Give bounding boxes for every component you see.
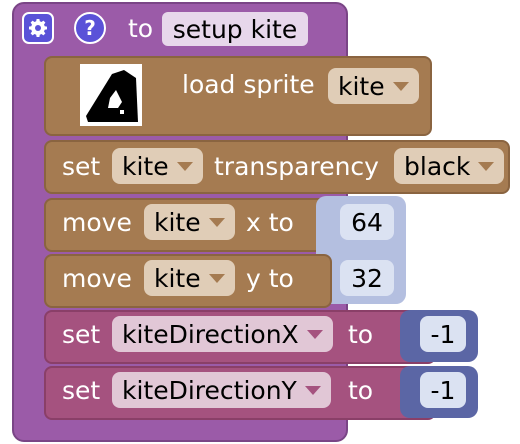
chevron-down-icon (208, 217, 225, 227)
load-sprite-dropdown[interactable]: kite (328, 68, 419, 104)
procedure-name-field[interactable]: setup kite (162, 12, 308, 46)
gear-icon[interactable] (22, 12, 54, 44)
direction-y-value[interactable]: -1 (420, 372, 466, 408)
variable-dropdown-value: kiteDirectionX (122, 319, 299, 349)
x-value-field[interactable]: 64 (340, 204, 394, 240)
sprite-dropdown[interactable]: kite (112, 148, 203, 184)
variable-dropdown[interactable]: kiteDirectionX (112, 316, 333, 352)
direction-x-value[interactable]: -1 (420, 316, 466, 352)
x-to-label: x to (246, 208, 294, 237)
transparency-label: transparency (214, 152, 379, 181)
sprite-dropdown[interactable]: kite (144, 204, 235, 240)
sprite-dropdown[interactable]: kite (144, 260, 235, 296)
move-label: move (62, 264, 132, 293)
chevron-down-icon (392, 81, 409, 91)
set-label: set (62, 320, 101, 349)
chevron-down-icon (306, 329, 323, 339)
chevron-down-icon (208, 273, 225, 283)
kite-sprite-thumbnail[interactable] (80, 64, 142, 126)
y-to-label: y to (246, 264, 294, 293)
variable-dropdown[interactable]: kiteDirectionY (112, 372, 331, 408)
move-label: move (62, 208, 132, 237)
question-icon[interactable]: ? (74, 12, 106, 44)
chevron-down-icon (304, 385, 321, 395)
procedure-to-label: to (128, 14, 154, 43)
sprite-dropdown-value: kite (154, 207, 201, 237)
transparency-dropdown-value: black (404, 151, 471, 181)
transparency-dropdown[interactable]: black (394, 148, 505, 184)
variable-dropdown-value: kiteDirectionY (122, 375, 297, 405)
set-label: set (62, 376, 101, 405)
to-label: to (348, 320, 374, 349)
chevron-down-icon (478, 161, 495, 171)
load-sprite-label: load sprite (182, 70, 315, 99)
load-sprite-value: kite (338, 71, 385, 101)
set-label: set (62, 152, 101, 181)
y-value-field[interactable]: 32 (340, 260, 394, 296)
sprite-dropdown-value: kite (122, 151, 169, 181)
to-label: to (348, 376, 374, 405)
chevron-down-icon (176, 161, 193, 171)
sprite-dropdown-value: kite (154, 263, 201, 293)
